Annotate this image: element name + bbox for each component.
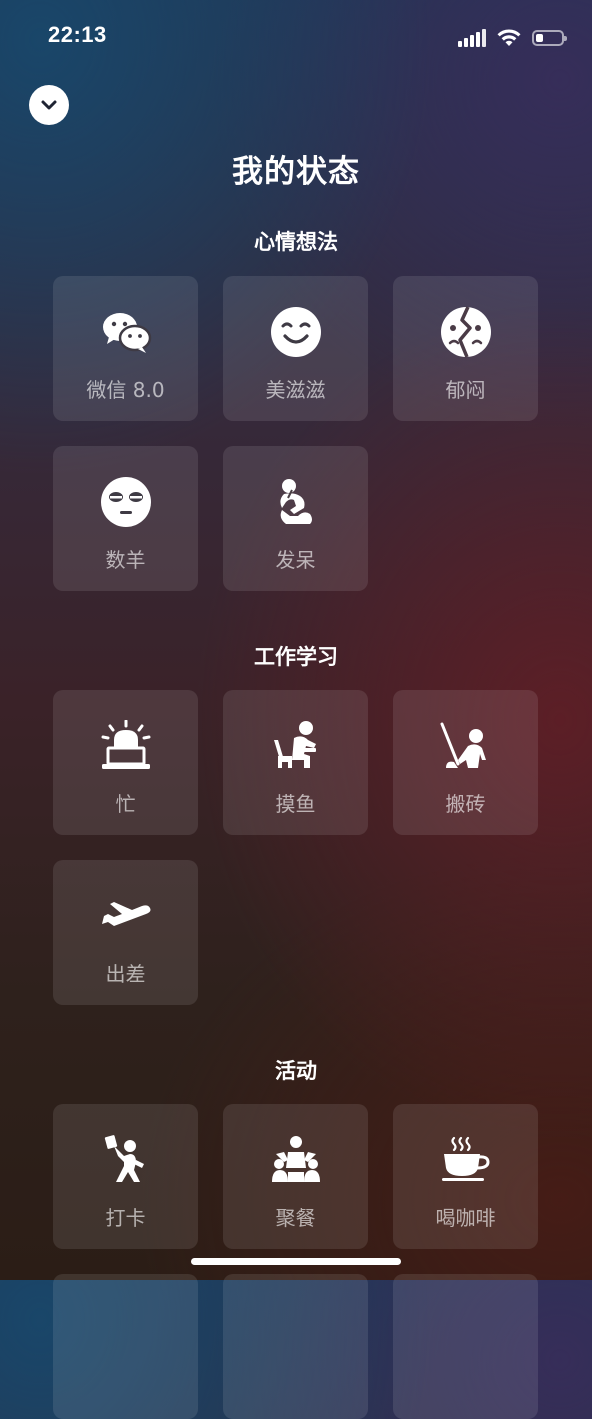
status-tile-busy[interactable]: 忙 <box>53 690 198 835</box>
tile-label: 出差 <box>105 962 146 986</box>
status-tile-slacking[interactable]: 摸鱼 <box>223 690 368 835</box>
tile-label: 摸鱼 <box>275 792 316 816</box>
thinker-icon <box>280 479 312 524</box>
status-tile-grinding[interactable]: 搬砖 <box>393 690 538 835</box>
tile-label: 微信 8.0 <box>86 378 165 402</box>
broken-face-icon <box>441 306 491 358</box>
battery-icon <box>532 30 567 46</box>
collapse-button[interactable] <box>29 85 69 125</box>
status-tile-group-dinner[interactable]: 聚餐 <box>223 1104 368 1249</box>
battery-fill <box>536 34 543 42</box>
tile-label: 美滋滋 <box>265 378 326 402</box>
status-tile-happy[interactable]: 美滋滋 <box>223 276 368 421</box>
group-dinner-icon <box>272 1136 320 1182</box>
status-tile-gloomy[interactable]: 郁闷 <box>393 276 538 421</box>
status-tile-partial[interactable] <box>393 1274 538 1419</box>
section-title-activity: 活动 <box>275 1059 317 1083</box>
signal-icon <box>458 29 486 47</box>
tile-label: 搬砖 <box>445 792 486 816</box>
tile-label: 郁闷 <box>445 378 486 402</box>
airplane-icon <box>102 902 151 926</box>
wechat-icon <box>103 313 152 353</box>
worker-icon <box>440 722 486 768</box>
section-title-mood: 心情想法 <box>254 230 338 254</box>
smile-face-icon <box>271 307 321 357</box>
tile-label: 数羊 <box>105 548 146 572</box>
tile-label: 打卡 <box>105 1206 146 1230</box>
sleepy-face-icon <box>101 477 151 527</box>
slacking-person-icon <box>274 721 316 768</box>
chevron-down-icon <box>41 100 57 110</box>
status-icons <box>458 26 567 50</box>
status-tile-counting-sheep[interactable]: 数羊 <box>53 446 198 591</box>
siren-laptop-icon <box>101 720 151 769</box>
status-tile-coffee[interactable]: 喝咖啡 <box>393 1104 538 1249</box>
tile-label: 忙 <box>115 792 136 816</box>
page-title: 我的状态 <box>232 154 360 190</box>
status-bar: 22:13 <box>0 0 592 76</box>
tile-label: 聚餐 <box>275 1206 316 1230</box>
tile-label: 发呆 <box>275 548 316 572</box>
section-title-work: 工作学习 <box>254 645 338 669</box>
status-tile-wechat[interactable]: 微信 8.0 <box>53 276 198 421</box>
status-time: 22:13 <box>48 22 107 47</box>
tile-label: 喝咖啡 <box>435 1206 496 1230</box>
home-indicator[interactable] <box>191 1258 401 1265</box>
status-tile-daydream[interactable]: 发呆 <box>223 446 368 591</box>
coffee-cup-icon <box>442 1136 490 1181</box>
check-in-person-icon <box>104 1135 144 1182</box>
status-tile-check-in[interactable]: 打卡 <box>53 1104 198 1249</box>
status-tile-partial[interactable] <box>53 1274 198 1419</box>
status-tile-business-trip[interactable]: 出差 <box>53 860 198 1005</box>
status-tile-partial[interactable] <box>223 1274 368 1419</box>
wifi-icon <box>497 29 521 46</box>
